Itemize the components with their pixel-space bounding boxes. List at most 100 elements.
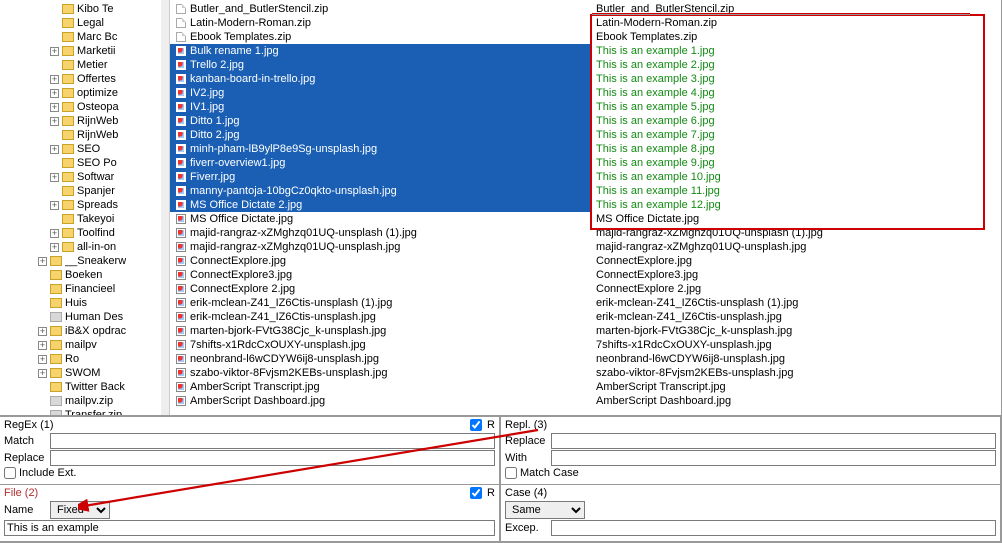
file-row[interactable]: fiverr-overview1.jpg [170,156,590,170]
preview-row[interactable]: This is an example 7.jpg [590,128,1001,142]
file-row[interactable]: Ditto 1.jpg [170,114,590,128]
tree-expander[interactable]: + [50,89,59,98]
regex-replace-input[interactable] [50,450,495,466]
tree-item[interactable]: +Toolfind [2,226,169,240]
tree-item[interactable]: Huis [2,296,169,310]
tree-expander[interactable]: + [38,369,47,378]
preview-row[interactable]: This is an example 6.jpg [590,114,1001,128]
preview-row[interactable]: This is an example 3.jpg [590,72,1001,86]
tree-expander[interactable]: + [50,229,59,238]
tree-item[interactable]: +SEO [2,142,169,156]
tree-scrollbar[interactable] [161,0,169,415]
tree-item[interactable]: Transfer.zip [2,408,169,415]
file-row[interactable]: majid-rangraz-xZMghzq01UQ-unsplash (1).j… [170,226,590,240]
tree-item[interactable]: Twitter Back [2,380,169,394]
tree-item[interactable]: +optimize [2,86,169,100]
tree-item[interactable]: Legal [2,16,169,30]
file-row[interactable]: AmberScript Transcript.jpg [170,380,590,394]
case-mode-select[interactable]: Same [505,501,585,519]
preview-row[interactable]: This is an example 11.jpg [590,184,1001,198]
tree-item[interactable]: +mailpv [2,338,169,352]
folder-tree[interactable]: Kibo TeLegalMarc Bc+MarketiiMetier+Offer… [0,0,170,415]
file-row[interactable]: marten-bjork-FVtG38Cjc_k-unsplash.jpg [170,324,590,338]
tree-item[interactable]: RijnWeb [2,128,169,142]
original-names-column[interactable]: Butler_and_ButlerStencil.zipLatin-Modern… [170,0,590,415]
preview-row[interactable]: majid-rangraz-xZMghzq01UQ-unsplash.jpg [590,240,1001,254]
preview-row[interactable]: This is an example 2.jpg [590,58,1001,72]
file-row[interactable]: Fiverr.jpg [170,170,590,184]
tree-item[interactable]: Financieel [2,282,169,296]
file-row[interactable]: majid-rangraz-xZMghzq01UQ-unsplash.jpg [170,240,590,254]
preview-row[interactable]: This is an example 12.jpg [590,198,1001,212]
file-row[interactable]: szabo-viktor-8Fvjsm2KEBs-unsplash.jpg [170,366,590,380]
tree-item[interactable]: +Offertes [2,72,169,86]
file-row[interactable]: IV2.jpg [170,86,590,100]
preview-row[interactable]: erik-mclean-Z41_IZ6Ctis-unsplash (1).jpg [590,296,1001,310]
tree-expander[interactable]: + [50,145,59,154]
tree-expander[interactable]: + [38,327,47,336]
repl-with-input[interactable] [551,450,996,466]
file-row[interactable]: Trello 2.jpg [170,58,590,72]
tree-item[interactable]: +__Sneakerw [2,254,169,268]
preview-row[interactable]: ConnectExplore3.jpg [590,268,1001,282]
tree-expander[interactable]: + [50,103,59,112]
tree-item[interactable]: mailpv.zip [2,394,169,408]
repl-match-case-checkbox[interactable] [505,467,517,479]
preview-row[interactable]: This is an example 1.jpg [590,44,1001,58]
file-enable-checkbox[interactable] [470,487,482,499]
tree-expander[interactable]: + [50,201,59,210]
file-row[interactable]: ConnectExplore3.jpg [170,268,590,282]
file-row[interactable]: erik-mclean-Z41_IZ6Ctis-unsplash.jpg [170,310,590,324]
preview-row[interactable]: This is an example 8.jpg [590,142,1001,156]
tree-item[interactable]: Takeyoi [2,212,169,226]
preview-row[interactable]: This is an example 9.jpg [590,156,1001,170]
preview-row[interactable]: Ebook Templates.zip [590,30,1001,44]
file-row[interactable]: neonbrand-l6wCDYW6ij8-unsplash.jpg [170,352,590,366]
file-row[interactable]: kanban-board-in-trello.jpg [170,72,590,86]
preview-row[interactable]: Butler_and_ButlerStencil.zip [590,2,1001,16]
tree-item[interactable]: SEO Po [2,156,169,170]
tree-expander[interactable]: + [50,173,59,182]
tree-item[interactable]: +all-in-on [2,240,169,254]
preview-row[interactable]: majid-rangraz-xZMghzq01UQ-unsplash (1).j… [590,226,1001,240]
file-row[interactable]: Latin-Modern-Roman.zip [170,16,590,30]
preview-row[interactable]: ConnectExplore 2.jpg [590,282,1001,296]
file-row[interactable]: MS Office Dictate.jpg [170,212,590,226]
tree-item[interactable]: Kibo Te [2,2,169,16]
preview-row[interactable]: 7shifts-x1RdcCxOUXY-unsplash.jpg [590,338,1001,352]
file-row[interactable]: AmberScript Dashboard.jpg [170,394,590,408]
file-row[interactable]: minh-pham-lB9ylP8e9Sg-unsplash.jpg [170,142,590,156]
tree-item[interactable]: +Ro [2,352,169,366]
file-row[interactable]: IV1.jpg [170,100,590,114]
preview-row[interactable]: AmberScript Dashboard.jpg [590,394,1001,408]
tree-item[interactable]: Spanjer [2,184,169,198]
file-row[interactable]: Ebook Templates.zip [170,30,590,44]
tree-item[interactable]: Marc Bc [2,30,169,44]
preview-row[interactable]: MS Office Dictate.jpg [590,212,1001,226]
tree-item[interactable]: +RijnWeb [2,114,169,128]
preview-row[interactable]: Latin-Modern-Roman.zip [590,16,1001,30]
tree-expander[interactable]: + [38,257,47,266]
tree-item[interactable]: +Spreads [2,198,169,212]
file-row[interactable]: ConnectExplore.jpg [170,254,590,268]
file-row[interactable]: Butler_and_ButlerStencil.zip [170,2,590,16]
tree-expander[interactable]: + [50,75,59,84]
preview-row[interactable]: neonbrand-l6wCDYW6ij8-unsplash.jpg [590,352,1001,366]
tree-item[interactable]: Metier [2,58,169,72]
tree-expander[interactable]: + [50,47,59,56]
file-row[interactable]: Bulk rename 1.jpg [170,44,590,58]
regex-match-input[interactable] [50,433,495,449]
tree-expander[interactable]: + [50,243,59,252]
regex-enable-checkbox[interactable] [470,419,482,431]
file-row[interactable]: MS Office Dictate 2.jpg [170,198,590,212]
tree-item[interactable]: +Marketii [2,44,169,58]
preview-row[interactable]: ConnectExplore.jpg [590,254,1001,268]
preview-row[interactable]: This is an example 4.jpg [590,86,1001,100]
file-name-mode-select[interactable]: Fixed [50,501,110,519]
repl-replace-input[interactable] [551,433,996,449]
file-row[interactable]: Ditto 2.jpg [170,128,590,142]
tree-expander[interactable]: + [38,355,47,364]
preview-row[interactable]: AmberScript Transcript.jpg [590,380,1001,394]
file-fixed-name-input[interactable] [4,520,495,536]
tree-item[interactable]: Boeken [2,268,169,282]
